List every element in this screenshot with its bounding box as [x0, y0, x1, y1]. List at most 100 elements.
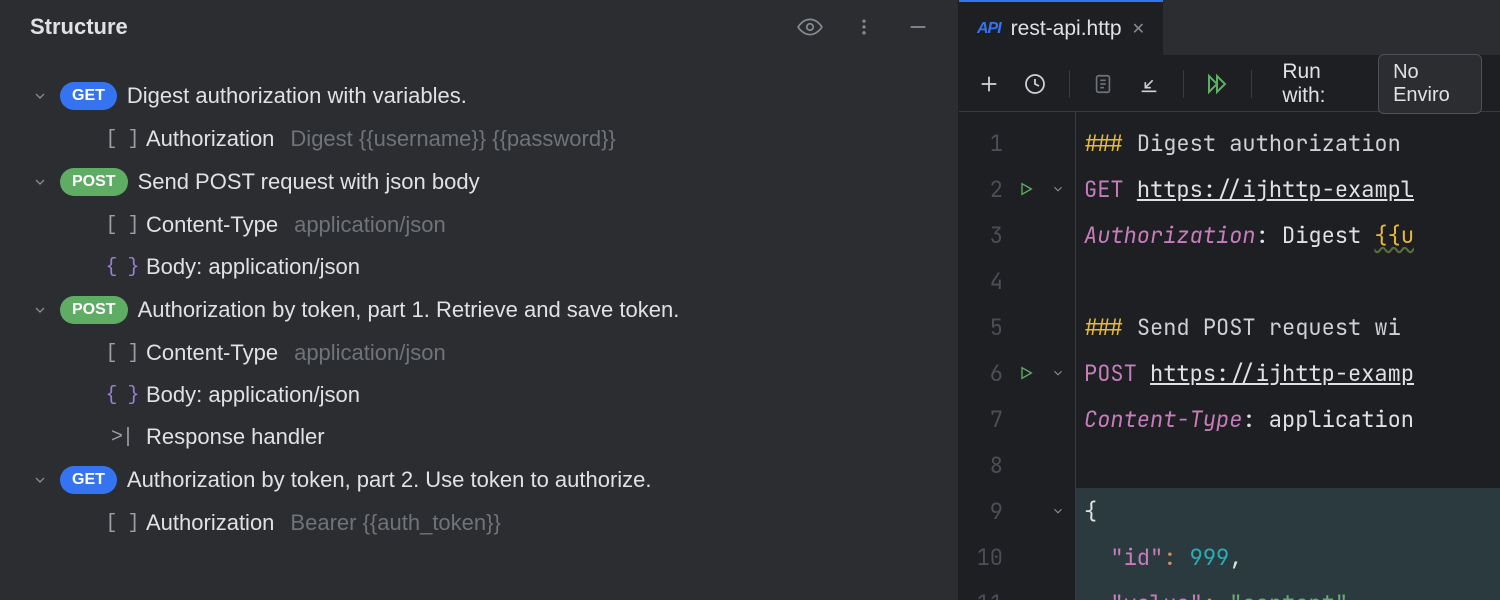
tree-child-item[interactable]: >| Response handler [0, 416, 958, 458]
token-key: "id" [1110, 543, 1163, 572]
chevron-down-icon[interactable] [30, 172, 50, 192]
fold-gutter-icon[interactable] [1049, 504, 1067, 518]
run-all-icon[interactable] [1205, 70, 1229, 98]
code-line[interactable]: { [1076, 488, 1500, 534]
code-line[interactable]: Authorization: Digest {{u [1076, 212, 1500, 258]
tree-item-label: Authorization by token, part 1. Retrieve… [138, 297, 680, 323]
token-plain [1084, 543, 1110, 572]
code-area[interactable]: 1234567891011 ### Digest authorization G… [959, 112, 1500, 600]
token-num: 999 [1190, 543, 1230, 572]
token-str: "content" [1229, 589, 1348, 600]
tree-item[interactable]: GET Authorization by token, part 2. Use … [0, 458, 958, 502]
history-icon[interactable] [1023, 70, 1047, 98]
method-badge-get: GET [60, 466, 117, 494]
line-number: 3 [969, 221, 1003, 250]
structure-header-icons [796, 13, 942, 41]
gutter-row: 8 [959, 442, 1075, 488]
editor-tab[interactable]: API rest-api.http ✕ [959, 0, 1163, 55]
separator [1251, 70, 1252, 98]
token-url: https://ijhttp-examp [1150, 359, 1414, 388]
token-method-get: POST [1084, 359, 1150, 388]
close-icon[interactable]: ✕ [1132, 19, 1145, 39]
separator [1069, 70, 1070, 98]
code-lines[interactable]: ### Digest authorization GET https://ijh… [1075, 112, 1500, 600]
response-handler-icon: >| [108, 426, 136, 449]
token-comment-hash: ### [1084, 129, 1137, 158]
tree-child-item[interactable]: { } Body: application/json [0, 374, 958, 416]
line-number: 5 [969, 313, 1003, 342]
tree-child-sublabel: application/json [294, 340, 446, 366]
method-badge-post: POST [60, 296, 128, 324]
brackets-icon: [ ] [108, 512, 136, 535]
add-request-icon[interactable] [977, 70, 1001, 98]
tree-child-item[interactable]: [ ] Content-Type application/json [0, 332, 958, 374]
code-line[interactable] [1076, 442, 1500, 488]
fold-gutter-icon[interactable] [1049, 182, 1067, 196]
tree-item[interactable]: POST Send POST request with json body [0, 160, 958, 204]
token-comment: Digest authorization [1137, 129, 1414, 158]
brackets-icon: [ ] [108, 128, 136, 151]
run-with-label: Run with: [1282, 60, 1356, 108]
tree-item[interactable]: POST Authorization by token, part 1. Ret… [0, 288, 958, 332]
tree-child-label: Body: application/json [146, 382, 360, 408]
tab-filename: rest-api.http [1011, 17, 1122, 41]
structure-header: Structure [0, 0, 958, 54]
line-number: 1 [969, 129, 1003, 158]
code-line[interactable]: ### Send POST request wi [1076, 304, 1500, 350]
token-plain [1084, 589, 1110, 600]
brackets-icon: [ ] [108, 342, 136, 365]
editor-toolbar: Run with: No Enviro [959, 56, 1500, 112]
token-key: "value" [1110, 589, 1202, 600]
gutter-row: 10 [959, 534, 1075, 580]
line-number: 10 [969, 543, 1003, 572]
fold-gutter-icon[interactable] [1049, 366, 1067, 380]
gutter-row: 1 [959, 120, 1075, 166]
visibility-icon[interactable] [796, 13, 824, 41]
brackets-icon: [ ] [108, 214, 136, 237]
token-comment-hash: ### [1084, 313, 1137, 342]
tree-item-label: Digest authorization with variables. [127, 83, 467, 109]
line-number: 9 [969, 497, 1003, 526]
more-icon[interactable] [850, 13, 878, 41]
method-badge-post: POST [60, 168, 128, 196]
examples-icon[interactable] [1091, 70, 1115, 98]
token-comment: Send POST request wi [1137, 313, 1401, 342]
code-line[interactable]: GET https://ijhttp-exampl [1076, 166, 1500, 212]
environment-select[interactable]: No Enviro [1378, 54, 1482, 114]
tree-child-item[interactable]: [ ] Authorization Digest {{username}} {{… [0, 118, 958, 160]
tree-item[interactable]: GET Digest authorization with variables. [0, 74, 958, 118]
run-gutter-icon[interactable] [1017, 181, 1035, 197]
token-header-name: Content-Type [1084, 405, 1242, 434]
token-header-name: Authorization [1084, 221, 1256, 250]
line-number: 11 [969, 589, 1003, 600]
chevron-down-icon[interactable] [30, 86, 50, 106]
code-line[interactable]: Content-Type: application [1076, 396, 1500, 442]
code-line[interactable]: "value": "content" [1076, 580, 1500, 600]
token-brace: { [1084, 497, 1097, 526]
structure-title: Structure [30, 14, 796, 40]
chevron-down-icon[interactable] [30, 470, 50, 490]
run-gutter-icon[interactable] [1017, 365, 1035, 381]
code-line[interactable] [1076, 258, 1500, 304]
line-number: 2 [969, 175, 1003, 204]
minimize-icon[interactable] [904, 13, 932, 41]
tree-child-item[interactable]: [ ] Content-Type application/json [0, 204, 958, 246]
gutter-row: 2 [959, 166, 1075, 212]
code-line[interactable]: ### Digest authorization [1076, 120, 1500, 166]
token-colon: : [1203, 589, 1229, 600]
separator [1183, 70, 1184, 98]
tree-item-label: Authorization by token, part 2. Use toke… [127, 467, 652, 493]
token-header-val: : application [1242, 405, 1414, 434]
token-plain: , [1229, 543, 1242, 572]
import-icon[interactable] [1137, 70, 1161, 98]
tree-child-item[interactable]: [ ] Authorization Bearer {{auth_token}} [0, 502, 958, 544]
tree-child-label: Content-Type [146, 212, 278, 238]
code-line[interactable]: "id": 999, [1076, 534, 1500, 580]
structure-panel: Structure GET Digest authorization with … [0, 0, 958, 600]
code-line[interactable]: POST https://ijhttp-examp [1076, 350, 1500, 396]
tree-item-label: Send POST request with json body [138, 169, 480, 195]
tree-child-item[interactable]: { } Body: application/json [0, 246, 958, 288]
chevron-down-icon[interactable] [30, 300, 50, 320]
gutter-row: 9 [959, 488, 1075, 534]
line-number: 8 [969, 451, 1003, 480]
